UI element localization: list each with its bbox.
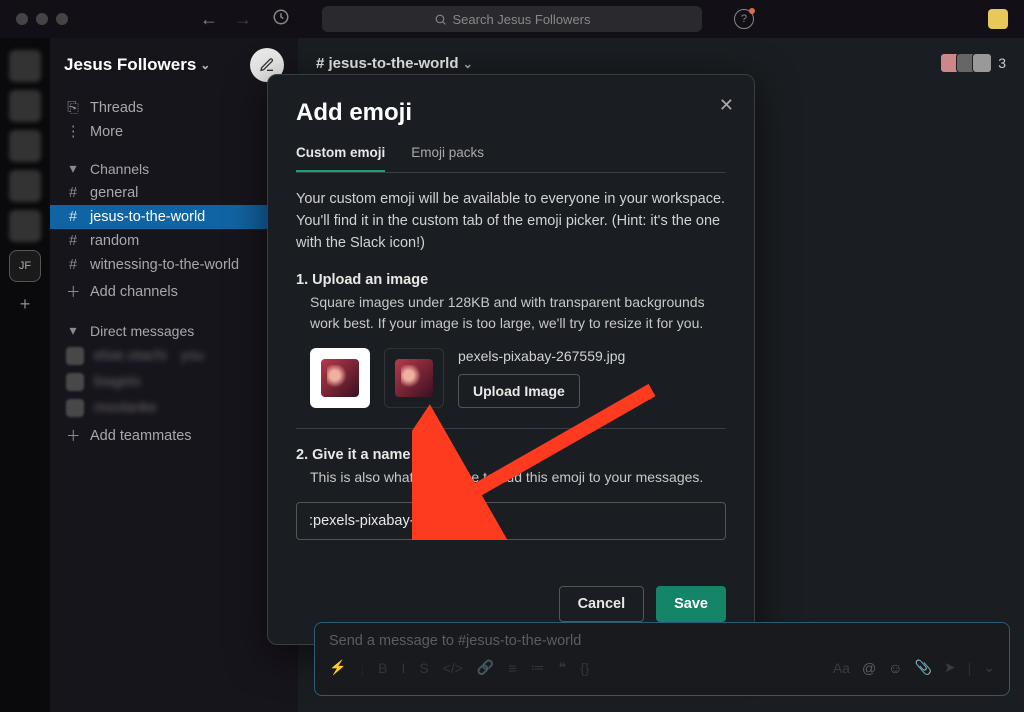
add-channels-link[interactable]: ＋Add channels xyxy=(50,277,298,306)
emoji-name-input[interactable] xyxy=(296,502,726,540)
workspace-rail: JF + xyxy=(0,38,50,712)
divider xyxy=(296,428,726,429)
add-teammates-link[interactable]: ＋Add teammates xyxy=(50,421,298,450)
workspace-switcher-item[interactable] xyxy=(9,170,41,202)
workspace-switcher-item[interactable]: JF xyxy=(9,250,41,282)
italic-icon[interactable]: I xyxy=(401,660,405,676)
list-icon[interactable]: ≡ xyxy=(508,660,516,676)
add-workspace-icon[interactable]: + xyxy=(20,294,31,315)
search-icon xyxy=(434,13,447,26)
attach-icon[interactable]: 📎 xyxy=(914,659,931,676)
modal-tabs: Custom emoji Emoji packs xyxy=(296,145,726,173)
step-2-title: 2. Give it a name xyxy=(296,447,726,463)
bold-icon[interactable]: B xyxy=(378,660,387,676)
caret-down-icon: ▾ xyxy=(66,322,80,339)
close-icon[interactable]: ✕ xyxy=(719,95,734,116)
channel-item-random[interactable]: #random xyxy=(50,229,298,253)
workspace-switcher-item[interactable] xyxy=(9,50,41,82)
traffic-light-minimize[interactable] xyxy=(36,13,48,25)
code-icon[interactable]: </> xyxy=(443,660,463,676)
workspace-switcher-item[interactable] xyxy=(9,130,41,162)
traffic-light-close[interactable] xyxy=(16,13,28,25)
dm-item[interactable]: biagelo xyxy=(50,369,298,395)
threads-icon: ⎘ xyxy=(66,100,80,116)
composer-toolbar: ⚡ | B I S </> 🔗 ≡ ≔ ❝ {} Aa @ ☺ 📎 ➤ | ⌄ xyxy=(329,659,995,676)
add-emoji-modal: ✕ Add emoji Custom emoji Emoji packs You… xyxy=(267,74,755,645)
emoji-icon[interactable]: ☺ xyxy=(888,660,902,676)
search-placeholder: Search Jesus Followers xyxy=(453,12,591,27)
window-controls xyxy=(16,13,68,25)
message-composer[interactable]: Send a message to #jesus-to-the-world ⚡ … xyxy=(314,622,1010,696)
threads-link[interactable]: ⎘Threads xyxy=(50,96,298,120)
back-arrow-icon[interactable]: ← xyxy=(200,9,218,30)
composer-placeholder: Send a message to #jesus-to-the-world xyxy=(329,633,995,649)
tab-custom-emoji[interactable]: Custom emoji xyxy=(296,145,385,172)
channel-title[interactable]: # jesus-to-the-world ⌄ xyxy=(316,55,473,72)
workspace-switcher-item[interactable] xyxy=(9,90,41,122)
tab-emoji-packs[interactable]: Emoji packs xyxy=(411,145,484,172)
traffic-light-zoom[interactable] xyxy=(56,13,68,25)
channel-item-jesus-to-the-world[interactable]: #jesus-to-the-world xyxy=(50,205,298,229)
sidebar: Jesus Followers ⌄ ⎘Threads ⋮More ▾Channe… xyxy=(50,38,298,712)
dm-section-header[interactable]: ▾Direct messages xyxy=(50,318,298,343)
strike-icon[interactable]: S xyxy=(419,660,428,676)
dm-item[interactable]: elsie.otachi you xyxy=(50,343,298,369)
history-nav: ← → xyxy=(200,9,252,30)
link-icon[interactable]: 🔗 xyxy=(477,659,494,676)
send-icon[interactable]: ➤ xyxy=(944,659,956,676)
member-count[interactable]: 3 xyxy=(998,55,1006,71)
channels-section-header[interactable]: ▾Channels xyxy=(50,156,298,181)
list-icon[interactable]: ≔ xyxy=(531,659,545,676)
chevron-down-icon: ⌄ xyxy=(200,58,210,72)
user-avatar[interactable] xyxy=(988,9,1008,29)
mention-icon[interactable]: @ xyxy=(862,660,876,676)
quote-icon[interactable]: ❝ xyxy=(559,659,567,676)
top-bar: ← → Search Jesus Followers ? xyxy=(0,0,1024,38)
step-2-description: This is also what you'll type to add thi… xyxy=(310,467,726,488)
modal-intro-text: Your custom emoji will be available to e… xyxy=(296,189,726,254)
caret-down-icon: ▾ xyxy=(66,160,80,177)
modal-title: Add emoji xyxy=(296,99,726,127)
step-1-title: 1. Upload an image xyxy=(296,272,726,288)
forward-arrow-icon[interactable]: → xyxy=(234,9,252,30)
chevron-down-icon[interactable]: ⌄ xyxy=(983,659,995,676)
history-icon[interactable] xyxy=(272,8,290,31)
lightning-icon[interactable]: ⚡ xyxy=(329,659,346,676)
search-input[interactable]: Search Jesus Followers xyxy=(322,6,702,32)
dm-item[interactable]: moolanke xyxy=(50,395,298,421)
save-button[interactable]: Save xyxy=(656,586,726,622)
plus-icon: ＋ xyxy=(66,425,80,446)
emoji-preview-light xyxy=(310,348,370,408)
workspace-switcher-item[interactable] xyxy=(9,210,41,242)
chevron-down-icon: ⌄ xyxy=(463,57,473,71)
more-link[interactable]: ⋮More xyxy=(50,120,298,144)
workspace-name[interactable]: Jesus Followers ⌄ xyxy=(64,55,210,75)
member-avatars[interactable] xyxy=(944,53,992,73)
codeblock-icon[interactable]: {} xyxy=(580,660,589,676)
step-1-description: Square images under 128KB and with trans… xyxy=(310,292,726,334)
channel-item-witnessing[interactable]: #witnessing-to-the-world xyxy=(50,253,298,277)
help-icon[interactable]: ? xyxy=(734,9,754,29)
plus-icon: ＋ xyxy=(66,281,80,302)
upload-image-button[interactable]: Upload Image xyxy=(458,374,580,408)
uploaded-filename: pexels-pixabay-267559.jpg xyxy=(458,348,625,364)
channel-item-general[interactable]: #general xyxy=(50,181,298,205)
more-icon: ⋮ xyxy=(66,124,80,140)
cancel-button[interactable]: Cancel xyxy=(559,586,645,622)
format-icon[interactable]: Aa xyxy=(833,660,850,676)
emoji-preview-dark xyxy=(384,348,444,408)
